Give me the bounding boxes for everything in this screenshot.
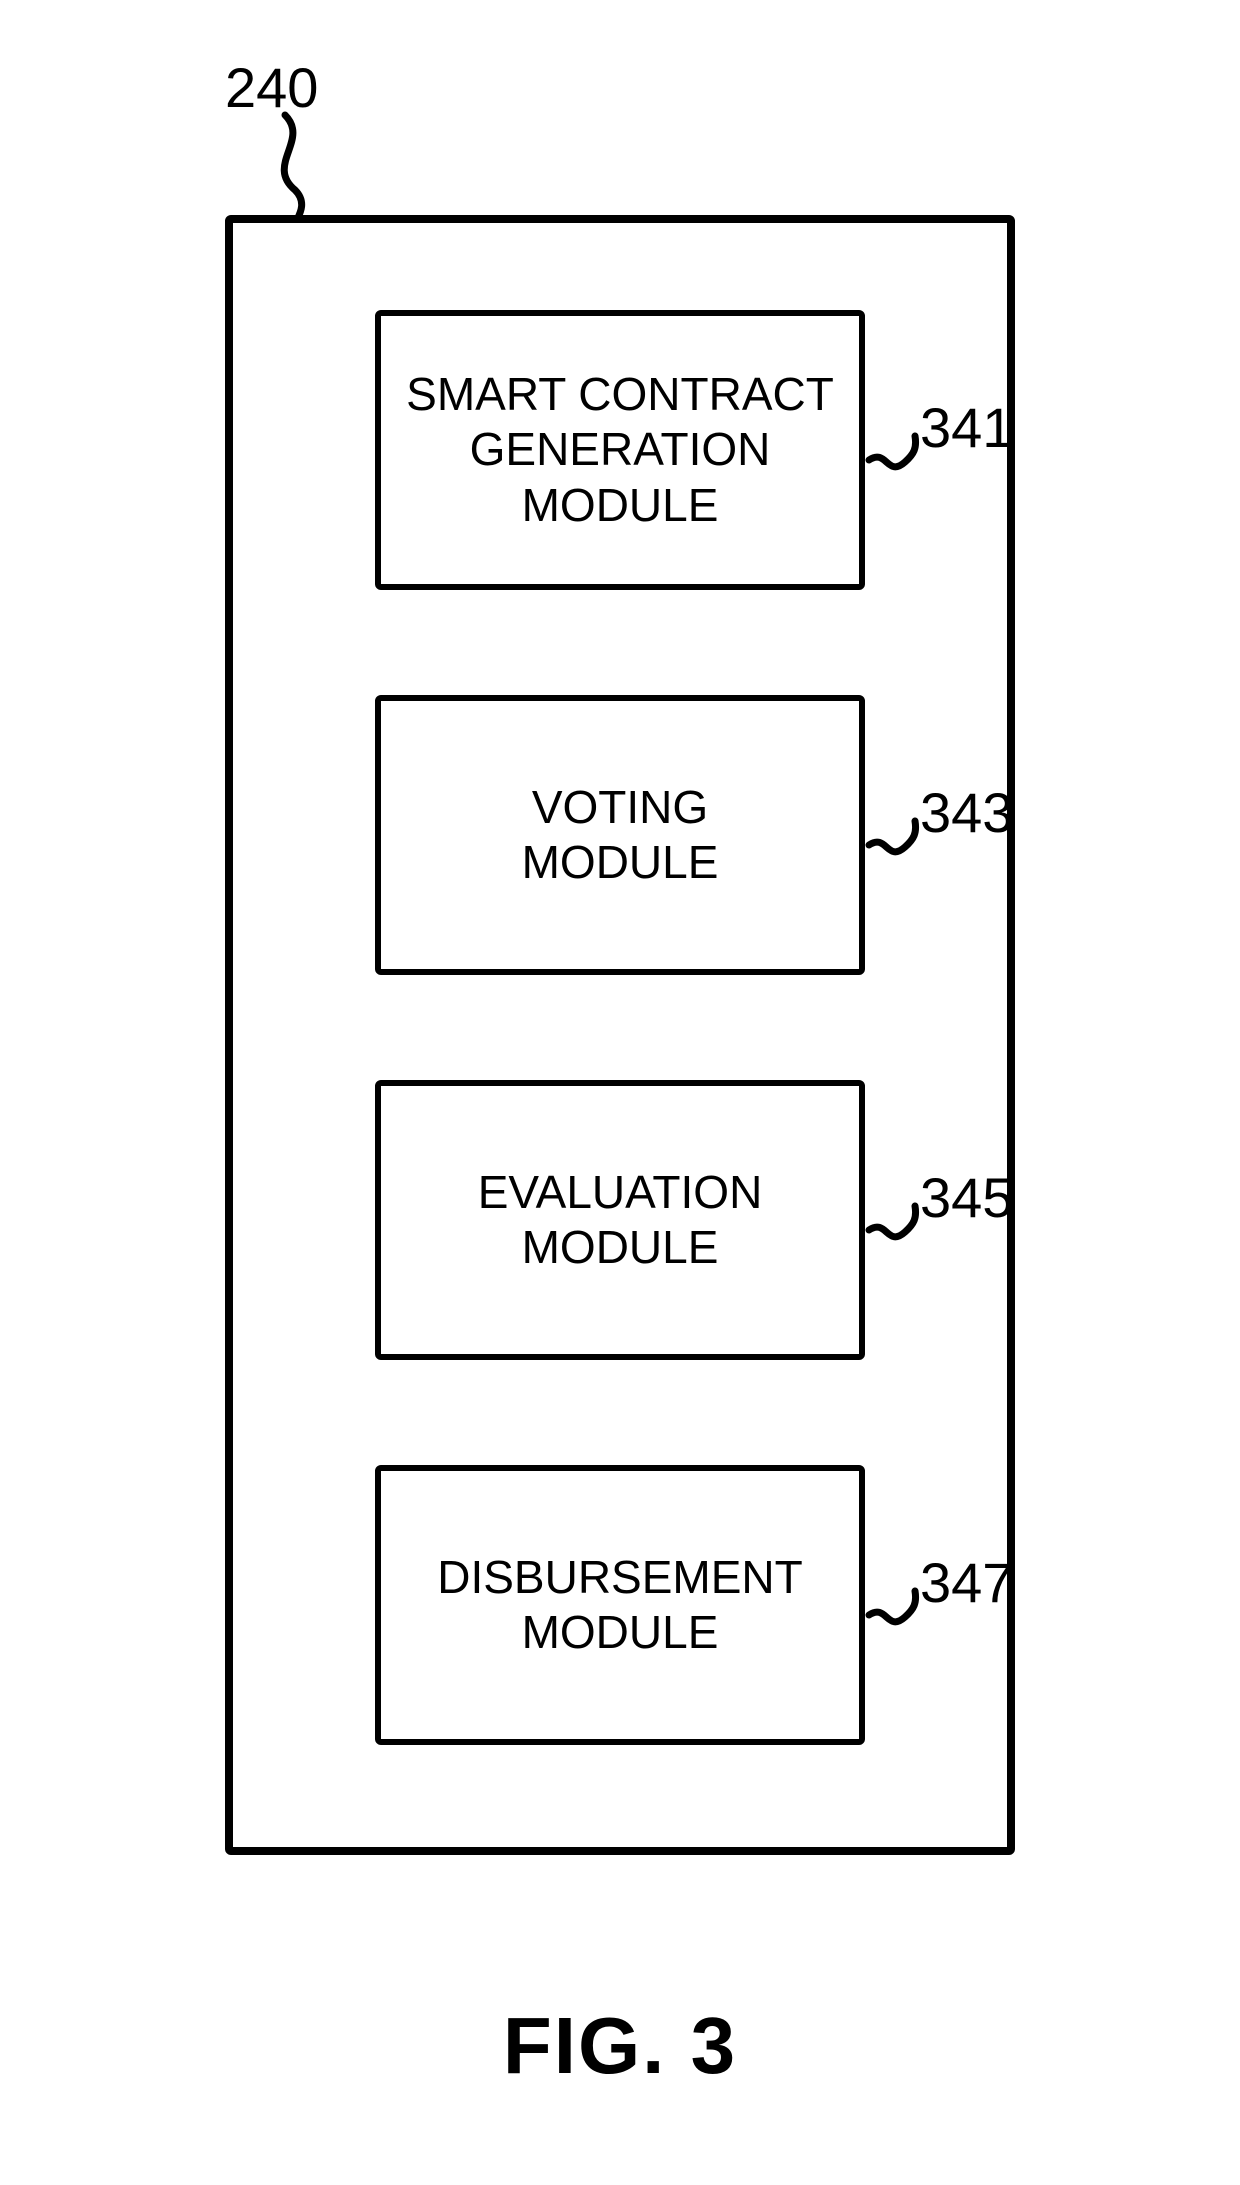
- figure-caption: FIG. 3: [0, 2000, 1240, 2092]
- ref-label-347: 347: [920, 1550, 1013, 1615]
- voting-module: VOTING MODULE: [375, 695, 865, 975]
- module-text: SMART CONTRACT GENERATION MODULE: [406, 367, 834, 533]
- module-text: EVALUATION MODULE: [478, 1165, 763, 1275]
- evaluation-module: EVALUATION MODULE: [375, 1080, 865, 1360]
- ref-label-343: 343: [920, 780, 1013, 845]
- module-text: VOTING MODULE: [522, 780, 719, 890]
- patent-figure-page: 240 SMART CONTRACT GENERATION MODULE 341…: [0, 0, 1240, 2185]
- ref-callout-341: [865, 420, 921, 500]
- ref-label-341: 341: [920, 395, 1013, 460]
- outer-ref-callout: [255, 110, 335, 230]
- smart-contract-generation-module: SMART CONTRACT GENERATION MODULE: [375, 310, 865, 590]
- ref-callout-345: [865, 1190, 921, 1270]
- ref-callout-343: [865, 805, 921, 885]
- ref-callout-347: [865, 1575, 921, 1655]
- module-text: DISBURSEMENT MODULE: [437, 1550, 802, 1660]
- ref-label-345: 345: [920, 1165, 1013, 1230]
- disbursement-module: DISBURSEMENT MODULE: [375, 1465, 865, 1745]
